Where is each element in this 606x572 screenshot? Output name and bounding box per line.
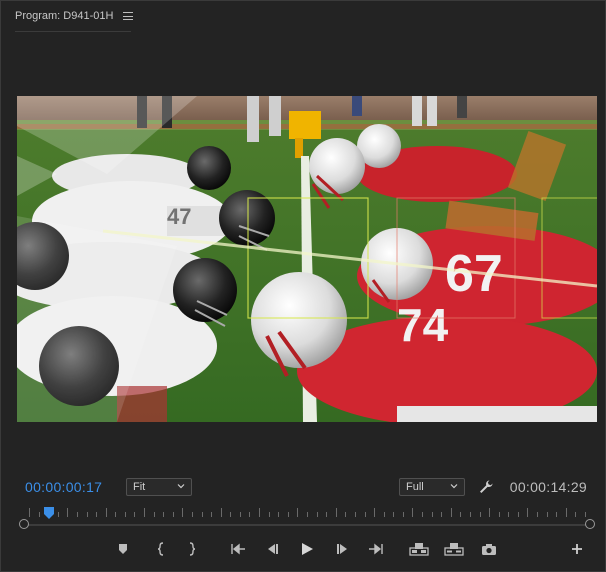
svg-text:47: 47	[167, 204, 191, 229]
transport-controls	[1, 539, 605, 561]
add-marker-icon	[119, 544, 127, 554]
time-ruler[interactable]	[19, 507, 595, 529]
button-editor-button[interactable]	[567, 539, 587, 559]
extract-button[interactable]	[444, 539, 464, 559]
panel-header: Program: D941-01H	[1, 1, 605, 31]
resolution-value: Full	[406, 481, 424, 493]
step-forward-icon	[337, 544, 347, 554]
video-frame-image: 47 67 74	[17, 96, 597, 422]
playhead-icon[interactable]	[44, 507, 54, 519]
ruler-track	[23, 524, 591, 526]
wrench-icon[interactable]	[478, 479, 494, 495]
step-back-icon	[268, 544, 278, 554]
panel-title[interactable]: Program: D941-01H	[15, 10, 113, 22]
zoom-scroll-start-handle[interactable]	[19, 519, 29, 529]
go-to-out-button[interactable]	[366, 539, 386, 559]
mark-out-icon	[189, 542, 196, 556]
mark-in-icon	[157, 542, 164, 556]
export-frame-button[interactable]	[479, 539, 499, 559]
zoom-scroll-end-handle[interactable]	[585, 519, 595, 529]
tab-underline	[15, 31, 131, 32]
resolution-select[interactable]: Full	[399, 478, 465, 496]
mark-out-button[interactable]	[182, 539, 202, 559]
lift-button[interactable]	[409, 539, 429, 559]
add-marker-button[interactable]	[113, 539, 133, 559]
panel-menu-icon[interactable]	[123, 12, 134, 20]
play-button[interactable]	[297, 539, 317, 559]
chevron-down-icon	[450, 484, 458, 489]
step-back-button[interactable]	[262, 539, 282, 559]
duration-timecode: 00:00:14:29	[509, 479, 587, 495]
extract-icon	[444, 543, 464, 556]
camera-icon	[482, 543, 496, 555]
program-monitor-panel: Program: D941-01H 47 67 74 00:00:00:17 F…	[0, 0, 606, 572]
chevron-down-icon	[177, 484, 185, 489]
current-timecode[interactable]: 00:00:00:17	[25, 479, 102, 495]
mark-in-button[interactable]	[151, 539, 171, 559]
monitor-controls-row: 00:00:00:17 Fit Full 00:00:14:29	[1, 475, 605, 499]
video-viewer[interactable]: 47 67 74	[17, 96, 597, 422]
lift-icon	[409, 543, 429, 556]
ruler-ticks	[29, 508, 586, 517]
go-to-in-button[interactable]	[228, 539, 248, 559]
zoom-level-select[interactable]: Fit	[126, 478, 192, 496]
plus-icon	[572, 544, 582, 554]
step-forward-button[interactable]	[333, 539, 353, 559]
jersey-number-74: 74	[397, 299, 449, 351]
play-icon	[302, 543, 313, 555]
zoom-level-value: Fit	[133, 481, 146, 493]
go-to-in-icon	[231, 543, 245, 555]
go-to-out-icon	[369, 543, 383, 555]
